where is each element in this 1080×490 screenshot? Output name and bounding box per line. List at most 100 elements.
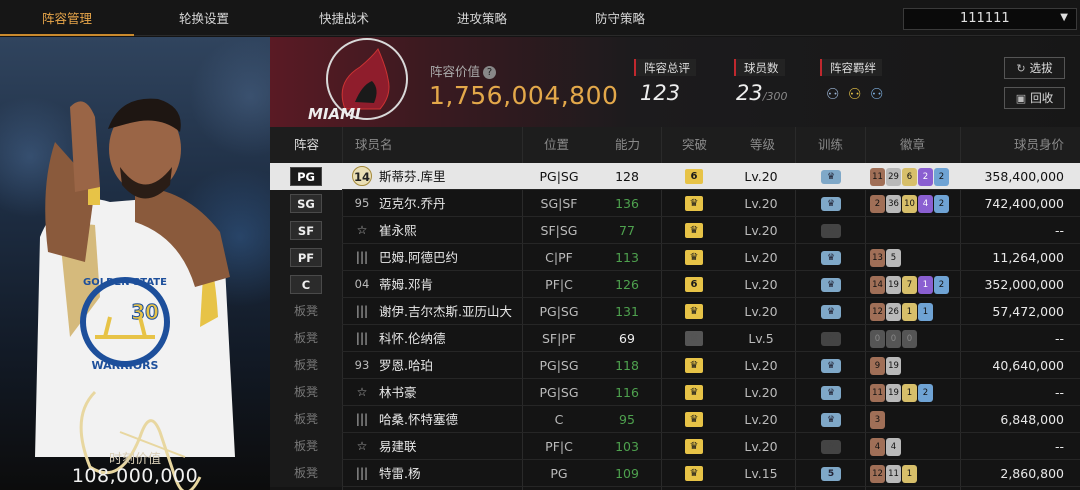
bond-icon[interactable]: ⚇ — [848, 85, 861, 103]
user-select[interactable]: 111111 ▼ — [903, 8, 1077, 30]
lineup-slot-cell[interactable]: PF — [270, 244, 342, 271]
player-price: 352,000,000 — [984, 277, 1064, 292]
breakthrough-crown-icon[interactable]: ♛ — [685, 304, 703, 319]
header-position[interactable]: 位置 — [544, 127, 569, 163]
player-ability: 118 — [615, 358, 639, 373]
training-icon[interactable]: ♛ — [821, 224, 841, 238]
training-icon[interactable]: ♛ — [821, 386, 841, 400]
lineup-slot-cell[interactable]: SG — [270, 190, 342, 217]
player-level: Lv.20 — [744, 250, 778, 265]
training-level[interactable]: 5 — [821, 467, 841, 481]
breakthrough-crown-icon[interactable]: ♛ — [685, 358, 703, 373]
training-icon[interactable]: ♛ — [821, 278, 841, 292]
tab-quick-tactics[interactable]: 快捷战术 — [280, 0, 408, 36]
training-icon[interactable]: ♛ — [821, 251, 841, 265]
training-icon[interactable]: ♛ — [821, 440, 841, 454]
table-row[interactable]: SF ☆ 崔永熙 SF|SG 77 ♛ Lv.20 ♛ -- — [270, 217, 1080, 244]
lineup-slot: PF — [290, 248, 322, 267]
header-ability[interactable]: 能力 — [615, 127, 640, 163]
lineup-slot-cell[interactable]: 板凳 — [270, 460, 342, 487]
breakthrough-crown-icon[interactable]: ♛ — [685, 439, 703, 454]
player-position: C|PF — [545, 250, 573, 265]
table-row[interactable]: 板凳 ||| 科怀.伦纳德 SF|PF 69 ♛ Lv.5 ♛ 0 0 0 -- — [270, 325, 1080, 352]
table-row[interactable]: 板凳 93 罗恩.哈珀 PG|SG 118 ♛ Lv.20 ♛ 9 19 40,640,000 — [270, 352, 1080, 379]
lineup-slot-cell[interactable]: 板凳 — [270, 379, 342, 406]
lineup-slot-cell[interactable]: 板凳 — [270, 298, 342, 325]
badge-count: 26 — [886, 303, 901, 321]
lineup-slot-cell[interactable]: 板凳 — [270, 406, 342, 433]
lineup-slot-cell[interactable]: 板凳 — [270, 325, 342, 352]
player-price: 57,472,000 — [992, 304, 1064, 319]
breakthrough-crown-icon[interactable]: ♛ — [685, 412, 703, 427]
table-row[interactable]: 板凳 ||| 哈桑.怀特塞德 C 95 ♛ Lv.20 ♛ 3 6,848,000 — [270, 406, 1080, 433]
table-row[interactable]: PG 14 斯蒂芬.库里 PG|SG 128 6 Lv.20 ♛ 11 29 6 2 2 358,400,… — [270, 163, 1080, 190]
header-training[interactable]: 训练 — [818, 127, 843, 163]
tab-rotation-settings[interactable]: 轮换设置 — [140, 0, 268, 36]
lineup-slot-cell[interactable]: C — [270, 271, 342, 298]
table-row[interactable]: PF ||| 巴姆.阿德巴约 C|PF 113 ♛ Lv.20 ♛ 13 5 11,264,000 — [270, 244, 1080, 271]
lineup-slot-cell[interactable]: 板凳 — [270, 433, 342, 460]
breakthrough-level[interactable]: 6 — [685, 277, 703, 292]
lineup-slot-cell[interactable]: PG — [270, 163, 342, 190]
table-row[interactable]: SG 95 迈克尔.乔丹 SG|SF 136 ♛ Lv.20 ♛ 2 36 10 4 2 742,400,… — [270, 190, 1080, 217]
bond-icon[interactable]: ⚇ — [870, 85, 883, 103]
header-breakthrough[interactable]: 突破 — [682, 127, 707, 163]
bond-icon[interactable]: ⚇ — [826, 85, 839, 103]
player-card[interactable]: GOLDEN STATE 30 WARRIORS 时刻价值 108,000,00… — [0, 37, 270, 490]
lineup-slot-cell[interactable]: SF — [270, 217, 342, 244]
table-row[interactable]: 板凳 ||| 特雷.杨 PG 109 ♛ Lv.15 5 12 11 1 2,860,800 — [270, 460, 1080, 487]
badge-count: 5 — [886, 249, 901, 267]
training-icon[interactable]: ♛ — [821, 332, 841, 346]
player-ability: 103 — [615, 439, 639, 454]
header-price[interactable]: 球员身价 — [1014, 127, 1064, 163]
training-icon[interactable]: ♛ — [821, 305, 841, 319]
header-badges[interactable]: 徽章 — [900, 127, 925, 163]
player-price: 40,640,000 — [992, 358, 1064, 373]
training-icon[interactable]: ♛ — [821, 170, 841, 184]
pick-button[interactable]: ↻ 选拔 — [1004, 57, 1065, 79]
badge-count: 11 — [886, 465, 901, 483]
breakthrough-crown-icon[interactable]: ♛ — [685, 223, 703, 238]
tab-defense-strategy[interactable]: 防守策略 — [556, 0, 684, 36]
badge-count: 12 — [870, 465, 885, 483]
player-level: Lv.20 — [744, 385, 778, 400]
header-lineup[interactable]: 阵容 — [294, 127, 319, 163]
help-icon[interactable]: ? — [483, 66, 497, 79]
svg-text:30: 30 — [131, 300, 159, 324]
badge-count: 12 — [870, 303, 885, 321]
badge-count: 3 — [870, 411, 885, 429]
table-row[interactable]: C 04 蒂姆.邓肯 PF|C 126 6 Lv.20 ♛ 14 19 7 1 2 352,000,000 — [270, 271, 1080, 298]
player-level: Lv.15 — [744, 466, 778, 481]
badge-count: 19 — [886, 384, 901, 402]
breakthrough-crown-icon[interactable]: ♛ — [685, 250, 703, 265]
table-row[interactable]: 板凳 ☆ 林书豪 PG|SG 116 ♛ Lv.20 ♛ 11 19 1 2 -- — [270, 379, 1080, 406]
table-row[interactable]: 板凳 ☆ 易建联 PF|C 103 ♛ Lv.20 ♛ 4 4 -- — [270, 433, 1080, 460]
breakthrough-crown-icon[interactable]: ♛ — [685, 331, 703, 346]
player-count-max: /300 — [762, 90, 788, 103]
badge-count: 1 — [902, 303, 917, 321]
tab-offense-strategy[interactable]: 进攻策略 — [418, 0, 546, 36]
breakthrough-crown-icon[interactable]: ♛ — [685, 466, 703, 481]
lineup-slot: SF — [290, 221, 322, 240]
training-icon[interactable]: ♛ — [821, 359, 841, 373]
breakthrough-crown-icon[interactable]: ♛ — [685, 385, 703, 400]
breakthrough-crown-icon[interactable]: ♛ — [685, 196, 703, 211]
badge-count: 1 — [902, 465, 917, 483]
player-position: PG|SG — [539, 358, 579, 373]
header-level[interactable]: 等级 — [750, 127, 775, 163]
training-icon[interactable]: ♛ — [821, 413, 841, 427]
player-position: C — [554, 412, 564, 427]
player-level: Lv.20 — [744, 277, 778, 292]
table-row[interactable]: 板凳 ||| 谢伊.吉尔杰斯.亚历山大 PG|SG 131 ♛ Lv.20 ♛ 12 26 1 1 57… — [270, 298, 1080, 325]
lineup-slot-cell[interactable]: 板凳 — [270, 352, 342, 379]
tab-lineup-management[interactable]: 阵容管理 — [0, 0, 134, 36]
recycle-button[interactable]: ▣ 回收 — [1004, 87, 1065, 109]
header-name[interactable]: 球员名 — [355, 127, 393, 163]
svg-text:WARRIORS: WARRIORS — [92, 359, 159, 372]
jersey-number: 95 — [354, 196, 370, 210]
training-icon[interactable]: ♛ — [821, 197, 841, 211]
breakthrough-level[interactable]: 6 — [685, 169, 703, 184]
badge-count: 0 — [902, 330, 917, 348]
player-position: SF|SG — [540, 223, 578, 238]
player-name: 易建联 — [379, 439, 417, 454]
